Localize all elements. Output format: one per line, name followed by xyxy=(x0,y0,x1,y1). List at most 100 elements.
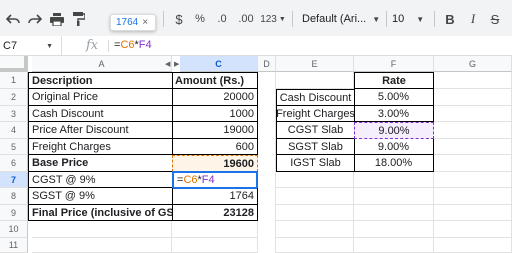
undo-icon[interactable] xyxy=(4,10,22,28)
cell-e7[interactable] xyxy=(276,172,354,188)
cell-a7[interactable]: CGST @ 9% xyxy=(28,172,173,188)
hidden-column-left-arrow-icon[interactable]: ◀ xyxy=(165,60,170,68)
cell-g2[interactable] xyxy=(434,89,512,106)
cell-e11[interactable] xyxy=(276,238,354,253)
cell-a8[interactable]: SGST @ 9% xyxy=(28,188,173,205)
row-header-9[interactable]: 9 xyxy=(0,205,28,221)
bold-button[interactable]: B xyxy=(443,10,457,28)
increase-decimal-button[interactable]: .00 xyxy=(234,10,258,28)
cell-g3[interactable] xyxy=(434,106,512,122)
column-header-c[interactable]: C xyxy=(180,56,258,72)
cell-f8[interactable] xyxy=(354,188,434,205)
formula-ref-f4: F4 xyxy=(138,39,152,51)
cell-g11[interactable] xyxy=(434,238,512,253)
cell-f11[interactable] xyxy=(354,238,434,253)
font-size-value: 10 xyxy=(392,13,405,25)
row-header-2[interactable]: 2 xyxy=(0,89,28,106)
cell-e9[interactable] xyxy=(276,205,354,221)
column-header-e[interactable]: E xyxy=(276,56,354,72)
cell-f2[interactable]: 5.00% xyxy=(354,89,434,106)
cell-a6[interactable]: Base Price xyxy=(28,155,173,172)
decrease-decimal-button[interactable]: .0 xyxy=(212,10,232,28)
chevron-down-icon: ▼ xyxy=(416,14,425,24)
column-d-cells[interactable] xyxy=(258,72,276,253)
cell-c2[interactable]: 20000 xyxy=(172,89,258,106)
cell-e5[interactable]: SGST Slab xyxy=(276,139,355,155)
cell-c8[interactable]: 1764 xyxy=(172,188,258,205)
hidden-column-right-arrow-icon[interactable]: ▶ xyxy=(174,60,179,68)
cell-e3[interactable]: Freight Charges xyxy=(276,106,355,122)
cell-f5[interactable]: 9.00% xyxy=(354,139,434,155)
cell-e2[interactable]: Cash Discount xyxy=(276,89,355,106)
cell-f7[interactable] xyxy=(354,172,434,188)
cell-c7-ref-f4: F4 xyxy=(201,174,215,186)
strikethrough-button[interactable]: S xyxy=(488,10,502,28)
cell-c7-active-editor[interactable]: = C6 * F4 xyxy=(172,171,258,189)
cell-c7-ref-c6: C6 xyxy=(183,174,198,186)
cell-a4[interactable]: Price After Discount xyxy=(28,122,173,139)
cell-f1[interactable]: Rate xyxy=(354,72,434,89)
column-header-g[interactable]: G xyxy=(434,56,512,72)
currency-format-button[interactable]: $ xyxy=(172,10,186,28)
cell-g1[interactable] xyxy=(434,72,512,89)
cell-g4[interactable] xyxy=(434,122,512,139)
row-header-7[interactable]: 7 xyxy=(0,172,28,188)
cell-c5[interactable]: 600 xyxy=(172,139,258,155)
row-header-4[interactable]: 4 xyxy=(0,122,28,139)
cell-e10[interactable] xyxy=(276,221,354,238)
cell-e8[interactable] xyxy=(276,188,354,205)
row-header-5[interactable]: 5 xyxy=(0,139,28,155)
name-box[interactable]: C7 ▼ xyxy=(0,36,62,56)
toolbar-divider xyxy=(163,11,164,27)
cell-a3[interactable]: Cash Discount xyxy=(28,106,173,122)
redo-icon[interactable] xyxy=(26,10,44,28)
cell-f4[interactable]: 9.00% xyxy=(354,122,434,139)
row-header-10[interactable]: 10 xyxy=(0,221,28,238)
cell-g7[interactable] xyxy=(434,172,512,188)
cell-f10[interactable] xyxy=(354,221,434,238)
cell-a1[interactable]: Description xyxy=(28,72,173,89)
column-header-d[interactable]: D xyxy=(258,56,276,72)
print-icon[interactable] xyxy=(48,10,66,28)
cell-g6[interactable] xyxy=(434,155,512,172)
cell-c6[interactable]: 19600 xyxy=(172,155,258,172)
cell-f6[interactable]: 18.00% xyxy=(354,155,434,172)
column-header-a[interactable]: A xyxy=(32,56,172,72)
close-icon[interactable]: × xyxy=(142,17,148,28)
cell-g5[interactable] xyxy=(434,139,512,155)
cell-a9[interactable]: Final Price (inclusive of GST) xyxy=(28,205,173,221)
font-family-select[interactable]: Default (Ari... ▼ xyxy=(302,10,382,28)
cell-c3[interactable]: 1000 xyxy=(172,106,258,122)
cell-a11[interactable] xyxy=(32,238,172,253)
cell-e6[interactable]: IGST Slab xyxy=(276,155,355,172)
font-size-select[interactable]: 10 ▼ xyxy=(392,10,428,28)
cell-e4[interactable]: CGST Slab xyxy=(276,122,355,139)
cell-c10[interactable] xyxy=(172,221,258,238)
row-header-8[interactable]: 8 xyxy=(0,188,28,205)
cell-c11[interactable] xyxy=(172,238,258,253)
cell-a5[interactable]: Freight Charges xyxy=(28,139,173,155)
italic-button[interactable]: I xyxy=(466,10,480,28)
paint-format-icon[interactable] xyxy=(70,10,88,28)
cell-e1[interactable] xyxy=(276,72,354,89)
cell-f9[interactable] xyxy=(354,205,434,221)
cell-f3[interactable]: 3.00% xyxy=(354,106,434,122)
cell-g10[interactable] xyxy=(434,221,512,238)
cell-c4[interactable]: 19000 xyxy=(172,122,258,139)
cell-g8[interactable] xyxy=(434,188,512,205)
row-header-1[interactable]: 1 xyxy=(0,72,28,89)
column-header-f[interactable]: F xyxy=(354,56,434,72)
formula-ref-c6: C6 xyxy=(120,39,135,51)
row-header-6[interactable]: 6 xyxy=(0,155,28,172)
cell-a10[interactable] xyxy=(32,221,172,238)
cell-g9[interactable] xyxy=(434,205,512,221)
row-header-3[interactable]: 3 xyxy=(0,106,28,122)
percent-format-button[interactable]: % xyxy=(193,10,207,28)
more-formats-button[interactable]: 123 ▼ xyxy=(260,10,286,28)
row-header-11[interactable]: 11 xyxy=(0,238,28,253)
cell-a2[interactable]: Original Price xyxy=(28,89,173,106)
cell-c9[interactable]: 23128 xyxy=(172,205,258,221)
select-all-corner[interactable] xyxy=(0,56,28,72)
cell-c1[interactable]: Amount (Rs.) xyxy=(172,72,258,89)
formula-input[interactable]: =C6*F4 xyxy=(114,39,152,51)
